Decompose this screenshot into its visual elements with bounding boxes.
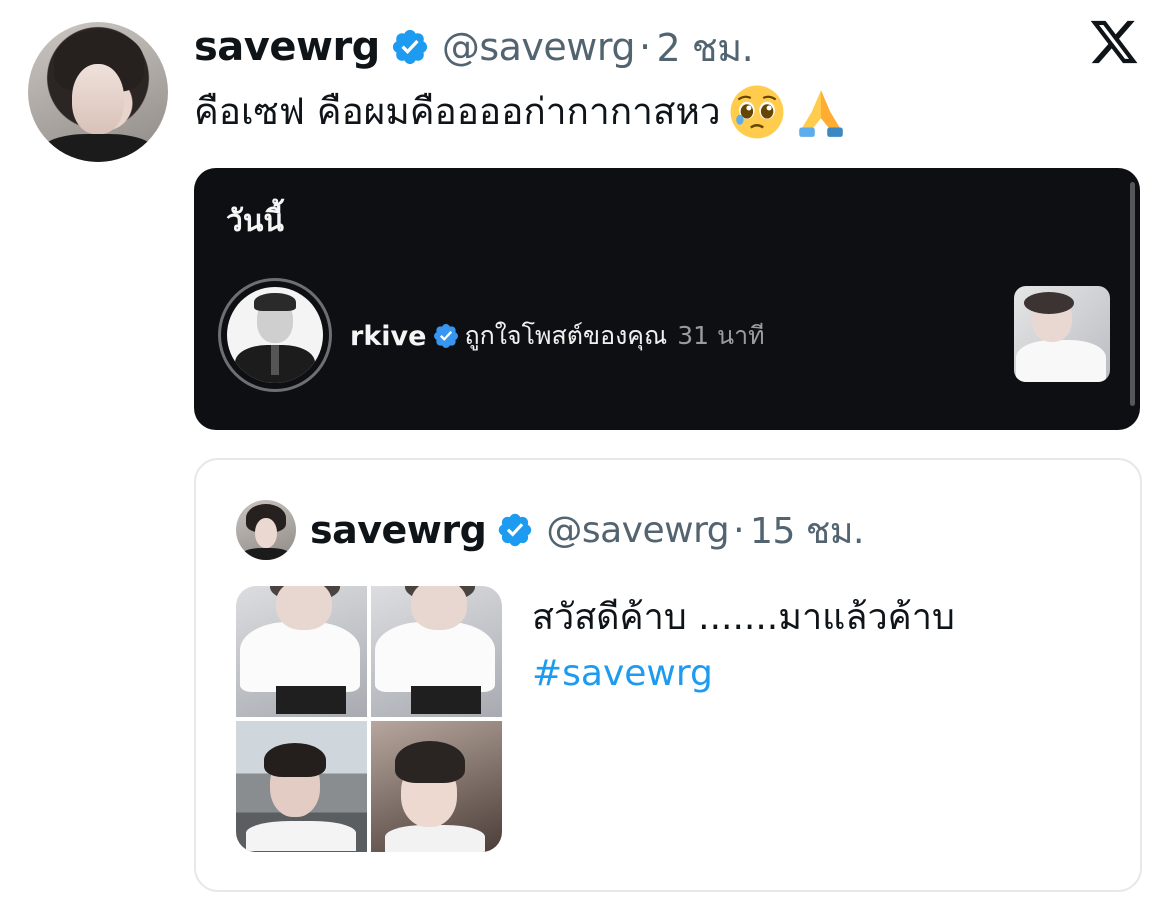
quoted-author-avatar[interactable] — [236, 500, 296, 560]
tweet-page: savewrg @savewrg · 2 ชม. คือเซฟ คือผมคือ… — [0, 0, 1170, 912]
notification-action: ถูกใจโพสต์ของคุณ — [464, 321, 668, 350]
verified-badge-icon — [434, 324, 459, 348]
time-separator: · — [638, 25, 651, 69]
media-photo[interactable] — [236, 721, 367, 852]
quoted-tweet-text: สวัสดีค้าบ .......มาแล้วค้าบ #savewrg — [532, 590, 955, 702]
post-thumbnail — [1014, 286, 1110, 382]
media-photo[interactable] — [371, 586, 502, 717]
author-name[interactable]: savewrg — [194, 24, 380, 70]
notifier-avatar — [218, 278, 332, 392]
quoted-author-name[interactable]: savewrg — [310, 508, 487, 552]
quoted-tweet-header: savewrg @savewrg · 15 ชม. — [310, 504, 864, 556]
section-title: วันนี้ — [226, 204, 284, 239]
hashtag-link[interactable]: #savewrg — [532, 646, 955, 702]
notification-time: 31 นาที — [677, 321, 765, 350]
tweet-text: คือเซฟ คือผมคืออออก่ากากาสหว — [194, 82, 849, 141]
tweet-header: savewrg @savewrg · 2 ชม. — [194, 20, 754, 74]
author-avatar[interactable] — [28, 22, 168, 162]
time-separator: · — [733, 509, 745, 551]
pleading-face-icon — [730, 85, 784, 138]
tweet-time[interactable]: 2 ชม. — [657, 17, 754, 78]
quoted-tweet-time[interactable]: 15 ชม. — [750, 502, 864, 559]
media-photo[interactable] — [236, 586, 367, 717]
verified-badge-icon — [499, 513, 532, 547]
quoted-tweet-body: สวัสดีค้าบ .......มาแล้วค้าบ — [532, 597, 955, 638]
quoted-tweet[interactable]: savewrg @savewrg · 15 ชม. สวัสดีค้าบ ...… — [194, 458, 1142, 892]
quoted-media-grid[interactable] — [236, 586, 502, 852]
tweet-body: คือเซฟ คือผมคืออออก่ากากาสหว — [194, 90, 721, 133]
media-photo[interactable] — [371, 721, 502, 852]
x-logo-icon — [1090, 20, 1138, 64]
author-handle[interactable]: @savewrg — [442, 25, 636, 69]
scrollbar — [1130, 182, 1135, 406]
verified-badge-icon — [392, 29, 427, 65]
quoted-author-handle[interactable]: @savewrg — [546, 510, 729, 551]
notifier-username: rkive — [350, 320, 427, 352]
folded-hands-icon — [798, 89, 843, 137]
notification-row: rkive ถูกใจโพสต์ของคุณ 31 นาที — [350, 316, 765, 356]
notification-screenshot[interactable]: วันนี้ rkive ถูกใจโพสต์ของคุณ 31 นาที — [194, 168, 1140, 430]
